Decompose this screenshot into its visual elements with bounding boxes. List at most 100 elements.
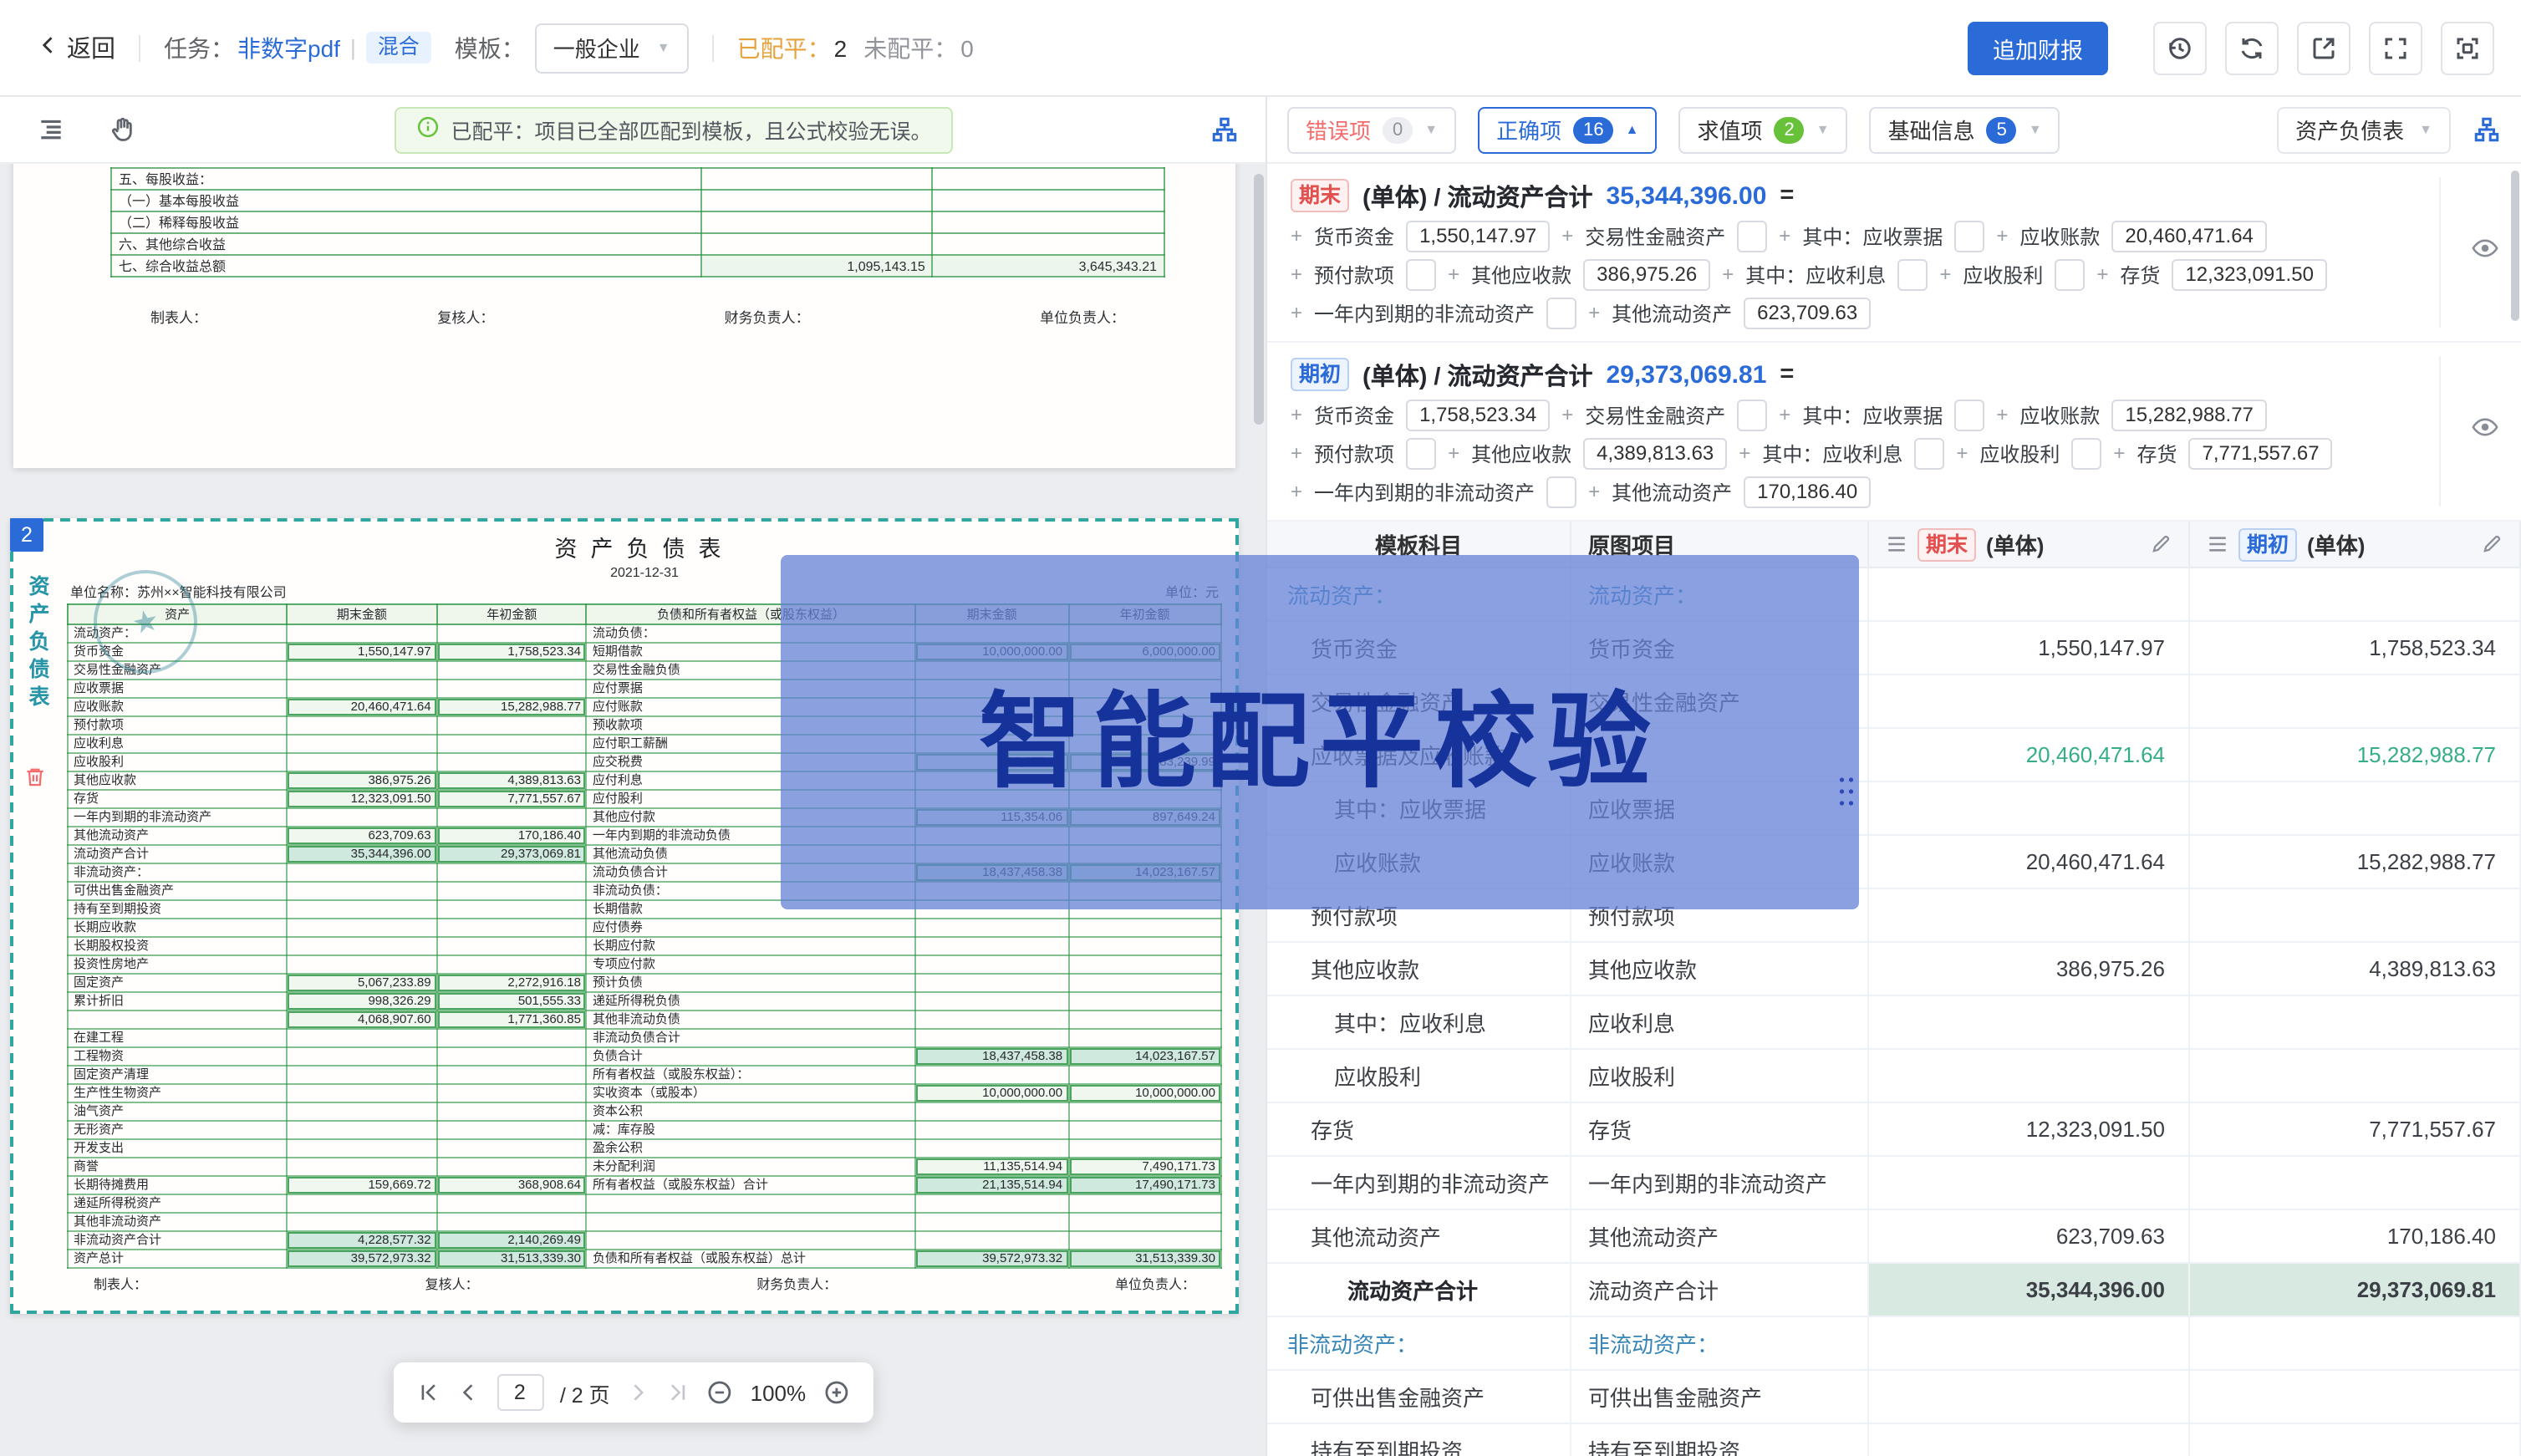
document-page-1[interactable]: 五、每股收益：（一）基本每股收益（二）稀释每股收益六、其他综合收益七、综合收益总… — [13, 164, 1235, 468]
toggle-visibility-icon[interactable] — [2471, 234, 2499, 271]
liability-begin-cell — [1068, 955, 1221, 974]
liability-label-cell: 资本公积 — [587, 1102, 915, 1121]
match-table-row[interactable]: 应收股利应收股利 — [1267, 1050, 2521, 1103]
formula-term-value[interactable]: 7,771,557.67 — [2188, 437, 2332, 469]
edit-icon[interactable] — [2481, 533, 2503, 555]
match-table-row[interactable]: 其他流动资产其他流动资产623,709.63170,186.40 — [1267, 1210, 2521, 1264]
formula-term-value[interactable]: 20,460,471.64 — [2111, 220, 2267, 252]
scrollbar-thumb[interactable] — [1254, 174, 1264, 425]
end-value-cell — [1869, 996, 2190, 1048]
formula-term-value[interactable] — [1406, 437, 1436, 469]
filter-errors[interactable]: 错误项 0 ▼ — [1287, 106, 1456, 153]
hand-tool-icon[interactable] — [109, 115, 137, 144]
formula-term-value[interactable]: 623,709.63 — [1744, 297, 1871, 328]
formula-line: +一年内到期的非流动资产+其他流动资产170,186.40 — [1291, 475, 2414, 508]
edit-icon[interactable] — [2150, 533, 2172, 555]
end-value-cell — [1869, 1424, 2190, 1456]
drag-handle-icon[interactable] — [1837, 775, 1856, 812]
formula-term-value[interactable] — [1737, 399, 1767, 430]
filter-correct[interactable]: 正确项 16 ▲ — [1478, 106, 1657, 153]
template-subject-cell: 持有至到期投资 — [1267, 1424, 1571, 1456]
template-subject-cell: 存货 — [1267, 1103, 1571, 1155]
formula-term-value[interactable]: 12,323,091.50 — [2172, 258, 2327, 290]
structure-icon[interactable] — [1210, 115, 1239, 144]
table-structure-icon[interactable] — [2473, 115, 2501, 144]
formula-term-value[interactable]: 4,389,813.63 — [1583, 437, 1727, 469]
formula-term-value[interactable] — [1954, 399, 1984, 430]
formula-term-value[interactable]: 1,758,523.34 — [1406, 399, 1550, 430]
toggle-visibility-icon[interactable] — [2471, 413, 2499, 450]
asset-end-cell — [287, 808, 436, 827]
formula-term-label: 其中：应收利息 — [1762, 439, 1902, 467]
match-table-row[interactable]: 一年内到期的非流动资产一年内到期的非流动资产 — [1267, 1157, 2521, 1210]
formula-term-value[interactable]: 1,550,147.97 — [1406, 220, 1550, 252]
page-number-input[interactable] — [497, 1374, 543, 1411]
formula-term-value[interactable] — [1897, 258, 1928, 290]
zoom-out-icon[interactable] — [707, 1379, 734, 1406]
last-page-icon[interactable] — [667, 1381, 690, 1404]
filter-basic-info[interactable]: 基础信息 5 ▼ — [1870, 106, 2060, 153]
income-begin-cell — [933, 168, 1164, 190]
liability-label-cell: 递延所得税负债 — [587, 992, 915, 1011]
match-table-row[interactable]: 流动资产合计流动资产合计35,344,396.0029,373,069.81 — [1267, 1264, 2521, 1317]
formula-term-value[interactable] — [1737, 220, 1767, 252]
begin-value-cell — [2190, 568, 2521, 620]
watermark-overlay[interactable]: 智能配平校验 — [781, 555, 1859, 909]
formula-term-value[interactable] — [2055, 258, 2085, 290]
formula-term-value[interactable]: 170,186.40 — [1744, 476, 1871, 507]
filter-evaluated[interactable]: 求值项 2 ▼ — [1679, 106, 1848, 153]
match-table-row[interactable]: 其中：应收利息应收利息 — [1267, 996, 2521, 1050]
fit-screen-icon[interactable] — [2441, 21, 2494, 74]
asset-begin-cell: 170,186.40 — [437, 827, 587, 845]
back-button[interactable]: 返回 — [37, 30, 115, 65]
source-item-cell: 应收利息 — [1571, 996, 1869, 1048]
next-page-icon[interactable] — [627, 1381, 650, 1404]
begin-value-cell — [2190, 782, 2521, 834]
append-report-button[interactable]: 追加财报 — [1968, 21, 2108, 74]
previous-page-icon[interactable] — [456, 1381, 480, 1404]
formula-line: +一年内到期的非流动资产+其他流动资产623,709.63 — [1291, 296, 2414, 329]
formula-term-value[interactable] — [1914, 437, 1944, 469]
asset-label-cell: 递延所得税资产 — [68, 1194, 287, 1213]
income-begin-cell — [933, 190, 1164, 211]
zoom-level: 100% — [751, 1380, 807, 1405]
match-table-row[interactable]: 可供出售金融资产可供出售金融资产 — [1267, 1371, 2521, 1424]
list-icon[interactable] — [2207, 533, 2228, 555]
header-end-column: 期末 (单体) — [1869, 522, 2190, 567]
sheet-selector[interactable]: 资产负债表 ▼ — [2277, 106, 2451, 153]
zoom-in-icon[interactable] — [823, 1379, 849, 1406]
history-icon[interactable] — [2153, 21, 2207, 74]
asset-label-cell: 开发支出 — [68, 1139, 287, 1158]
match-table-row[interactable]: 非流动资产：非流动资产： — [1267, 1317, 2521, 1371]
main-area: 已配平：项目已全部匹配到模板，且公式校验无误。 五、每股收益：（一）基本每股收益… — [0, 97, 2521, 1456]
match-table-row[interactable]: 存货存货12,323,091.507,771,557.67 — [1267, 1103, 2521, 1157]
fullscreen-icon[interactable] — [2369, 21, 2422, 74]
delete-page-icon[interactable] — [23, 766, 47, 797]
export-icon[interactable] — [2297, 21, 2350, 74]
liability-end-cell — [915, 1102, 1068, 1121]
first-page-icon[interactable] — [416, 1381, 440, 1404]
list-icon[interactable] — [1886, 533, 1907, 555]
formula-term-value[interactable] — [1406, 258, 1436, 290]
refresh-icon[interactable] — [2225, 21, 2279, 74]
match-table-row[interactable]: 持有至到期投资持有至到期投资 — [1267, 1424, 2521, 1456]
panel-scrollbar[interactable] — [2511, 171, 2519, 321]
asset-end-cell: 39,572,973.32 — [287, 1250, 436, 1268]
income-end-cell — [701, 211, 933, 233]
outline-icon[interactable] — [37, 115, 65, 144]
income-label-cell: 六、其他综合收益 — [111, 233, 701, 255]
end-value-cell — [1869, 1157, 2190, 1209]
formula-term-value[interactable] — [1954, 220, 1984, 252]
formula-term-value[interactable] — [1546, 476, 1576, 507]
formula-term-value[interactable]: 386,975.26 — [1583, 258, 1710, 290]
end-value-cell — [1869, 675, 2190, 727]
match-table-row[interactable]: 其他应收款其他应收款386,975.264,389,813.63 — [1267, 943, 2521, 996]
template-select[interactable]: 一般企业 ▼ — [535, 23, 689, 73]
formula-term-value[interactable] — [1546, 297, 1576, 328]
plus-operator: + — [1448, 441, 1459, 465]
formula-term-value[interactable]: 15,282,988.77 — [2111, 399, 2267, 430]
scrollbar-thumb[interactable] — [2511, 171, 2519, 321]
status-banner-text: 已配平：项目已全部匹配到模板，且公式校验无误。 — [451, 114, 931, 145]
chevron-down-icon: ▼ — [2419, 122, 2432, 137]
formula-term-value[interactable] — [2071, 437, 2101, 469]
